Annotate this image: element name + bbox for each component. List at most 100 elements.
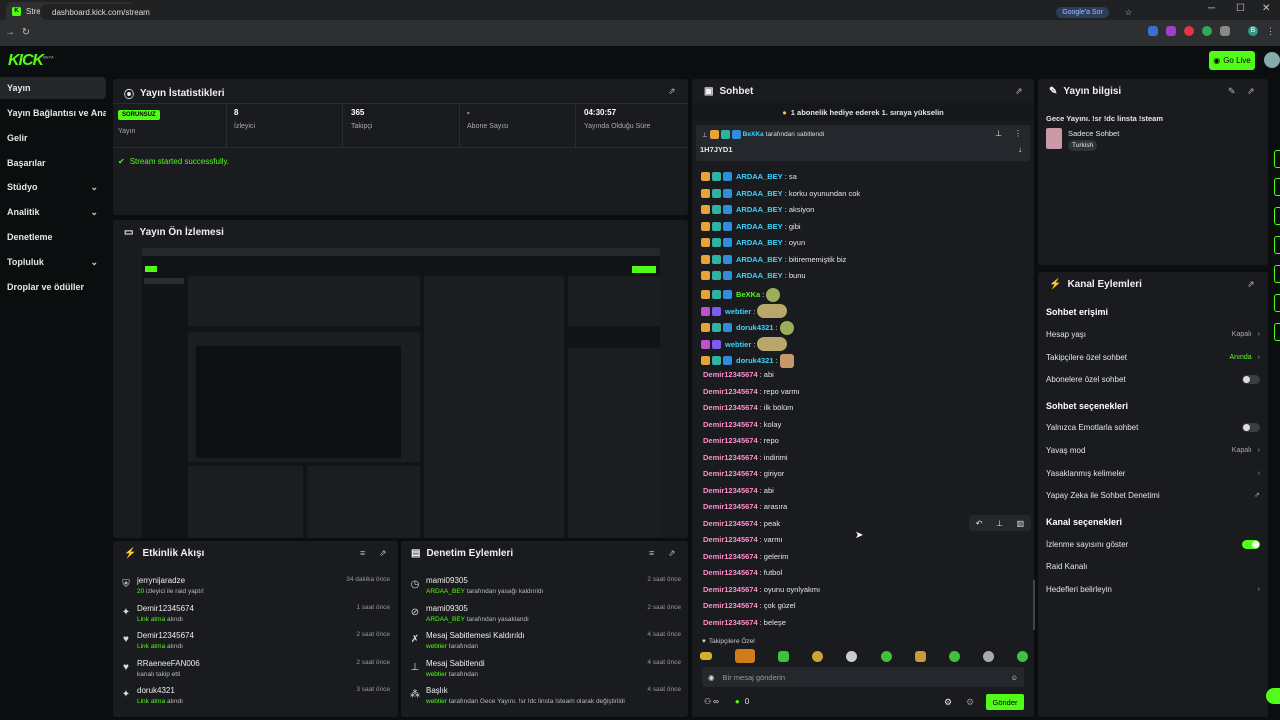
activity-user[interactable]: RRaeneeFAN006: [137, 659, 200, 668]
chat-username[interactable]: BeXKa: [736, 290, 760, 299]
chat-message[interactable]: Demir12345674: repo varmı: [701, 387, 800, 396]
moderation-target[interactable]: Mesaj Sabitlemesi Kaldırıldı: [426, 631, 525, 640]
activity-user[interactable]: Demir12345674: [137, 604, 194, 613]
activity-user[interactable]: jerrynijaradze: [137, 576, 185, 585]
collapse-arrow-icon[interactable]: ↓: [1018, 145, 1022, 154]
chat-message[interactable]: BeXKa:: [701, 287, 781, 302]
maximize-icon[interactable]: ☐: [1236, 3, 1245, 14]
emote-icon[interactable]: [914, 650, 926, 662]
chat-username[interactable]: Demir12345674: [703, 502, 758, 511]
subs-chat-toggle[interactable]: [1242, 374, 1260, 384]
activity-item[interactable]: ⛨ jerrynijaradze 20 izleyici ile raid ya…: [120, 576, 390, 604]
extension-icon[interactable]: [1148, 26, 1158, 36]
chat-message[interactable]: webtier:: [701, 337, 788, 351]
minimize-icon[interactable]: ─: [1208, 3, 1215, 14]
browser-menu-icon[interactable]: ⋮: [1266, 26, 1275, 37]
back-icon[interactable]: →: [2, 27, 18, 38]
reload-icon[interactable]: ↻: [18, 27, 34, 38]
chat-message[interactable]: Demir12345674: futbol: [701, 568, 782, 577]
chat-message[interactable]: ARDAA_BEY: korku oyunundan cok: [701, 188, 860, 198]
followers-chat-row[interactable]: Takipçilere özel sohbet Anında ›: [1046, 348, 1260, 366]
filter-icon[interactable]: ≡: [649, 548, 654, 558]
sidebar-item-basarilar[interactable]: Başarılar: [0, 152, 106, 174]
chat-username[interactable]: webtier: [725, 340, 751, 349]
chat-username[interactable]: Demir12345674: [703, 387, 758, 396]
moderation-item[interactable]: ◷ mami09305 ARDAA_BEY tarafından yasağı …: [409, 576, 681, 604]
chat-username[interactable]: ARDAA_BEY: [736, 172, 783, 181]
go-live-button[interactable]: ◉ Go Live: [1209, 51, 1255, 70]
chat-username[interactable]: Demir12345674: [703, 469, 758, 478]
quick-action-button[interactable]: [1274, 150, 1280, 168]
settings-gear-icon[interactable]: ⚙: [944, 697, 952, 708]
popout-icon[interactable]: ⇗: [668, 86, 676, 97]
chat-message[interactable]: doruk4321:: [701, 353, 794, 368]
account-age-row[interactable]: Hesap yaşı Kapalı ›: [1046, 325, 1260, 343]
chat-username[interactable]: Demir12345674: [703, 403, 758, 412]
extension-icon[interactable]: [1184, 26, 1194, 36]
chat-message[interactable]: Demir12345674: indirimi: [701, 453, 788, 462]
chat-message[interactable]: ARDAA_BEY: bitirememiştik biz: [701, 254, 846, 264]
slow-mode-row[interactable]: Yavaş mod Kapalı ›: [1046, 441, 1260, 459]
emote-icon[interactable]: [812, 650, 824, 662]
activity-user[interactable]: Demir12345674: [137, 631, 194, 640]
chat-username[interactable]: Demir12345674: [703, 585, 758, 594]
moderation-target[interactable]: mami09305: [426, 604, 468, 613]
window-close-icon[interactable]: ✕: [1262, 3, 1270, 14]
gift-banner[interactable]: ● 1 abonelik hediye ederek 1. sıraya yük…: [692, 103, 1034, 121]
emote-icon[interactable]: [1016, 650, 1028, 662]
chat-username[interactable]: ARDAA_BEY: [736, 238, 783, 247]
chat-bubble-icon[interactable]: [1266, 688, 1280, 704]
kick-logo[interactable]: KICKBETA: [8, 52, 54, 70]
chat-message[interactable]: ARDAA_BEY: gibi: [701, 221, 801, 231]
chat-username[interactable]: Demir12345674: [703, 568, 758, 577]
moderation-target[interactable]: Mesaj Sabitlendi: [426, 659, 485, 668]
chat-username[interactable]: ARDAA_BEY: [736, 205, 783, 214]
chat-message[interactable]: doruk4321:: [701, 320, 794, 335]
edit-icon[interactable]: ✎: [1228, 86, 1236, 97]
popout-icon[interactable]: ⇗: [379, 548, 387, 559]
extension-icon[interactable]: [1166, 26, 1176, 36]
moderation-target[interactable]: Başlık: [426, 686, 448, 695]
sidebar-item-stream-key[interactable]: Yayın Bağlantısı ve Anahtarı: [0, 102, 106, 124]
google-ask-button[interactable]: Google'a Sor: [1056, 6, 1109, 18]
filter-icon[interactable]: ≡: [360, 548, 365, 558]
emote-icon[interactable]: [778, 650, 790, 662]
activity-item[interactable]: ♥ Demir12345674 Link atma alındı 2 saat …: [120, 631, 390, 659]
moderation-item[interactable]: ✗ Mesaj Sabitlemesi Kaldırıldı webtier t…: [409, 631, 681, 659]
sidebar-item-analitik[interactable]: Analitik ⌄: [0, 201, 106, 223]
chat-message[interactable]: Demir12345674: abi: [701, 370, 774, 379]
chat-username[interactable]: Demir12345674: [703, 370, 758, 379]
chat-message[interactable]: Demir12345674: peak: [701, 519, 780, 528]
emote-icon[interactable]: [735, 649, 756, 663]
chat-message[interactable]: Demir12345674: repo: [701, 436, 779, 445]
emote-icon[interactable]: [846, 650, 858, 662]
chat-message[interactable]: Demir12345674: arasıra: [701, 502, 787, 511]
chat-message[interactable]: Demir12345674: ilk bölüm: [701, 403, 793, 412]
raid-channel-row[interactable]: Raid Kanalı: [1046, 557, 1260, 575]
activity-item[interactable]: ✦ Demir12345674 Link atma alındı 1 saat …: [120, 604, 390, 632]
bookmark-star-icon[interactable]: ☆: [1125, 8, 1132, 17]
chat-username[interactable]: Demir12345674: [703, 436, 758, 445]
mod-settings-icon[interactable]: ⚙: [966, 697, 974, 708]
chat-username[interactable]: Demir12345674: [703, 618, 758, 627]
sidebar-item-topluluk[interactable]: Topluluk ⌄: [0, 251, 106, 273]
moderation-item[interactable]: ⊘ mami09305 ARDAA_BEY tarafından yasakla…: [409, 604, 681, 632]
chat-username[interactable]: Demir12345674: [703, 453, 758, 462]
extensions-puzzle-icon[interactable]: [1220, 26, 1230, 36]
quick-action-button[interactable]: [1274, 265, 1280, 283]
chat-message[interactable]: Demir12345674: gelerim: [701, 552, 788, 561]
chat-message[interactable]: ARDAA_BEY: aksiyon: [701, 205, 814, 214]
popout-icon[interactable]: ⇗: [1015, 86, 1023, 97]
chat-username[interactable]: doruk4321: [736, 323, 774, 332]
extension-icon[interactable]: [1202, 26, 1212, 36]
chat-input[interactable]: ◉ Bir mesaj gönderin ☺: [702, 667, 1024, 687]
activity-item[interactable]: ✦ doruk4321 Link atma alındı 3 saat önce: [120, 686, 390, 714]
popout-icon[interactable]: ⇗: [1247, 86, 1255, 97]
quick-action-button[interactable]: [1274, 207, 1280, 225]
emote-icon[interactable]: [700, 652, 712, 660]
chat-username[interactable]: doruk4321: [736, 356, 774, 365]
chat-message[interactable]: Demir12345674: kolay: [701, 420, 781, 429]
chat-username[interactable]: ARDAA_BEY: [736, 189, 783, 198]
unpin-icon[interactable]: ⊥: [995, 129, 1002, 138]
avatar[interactable]: [1264, 52, 1280, 68]
